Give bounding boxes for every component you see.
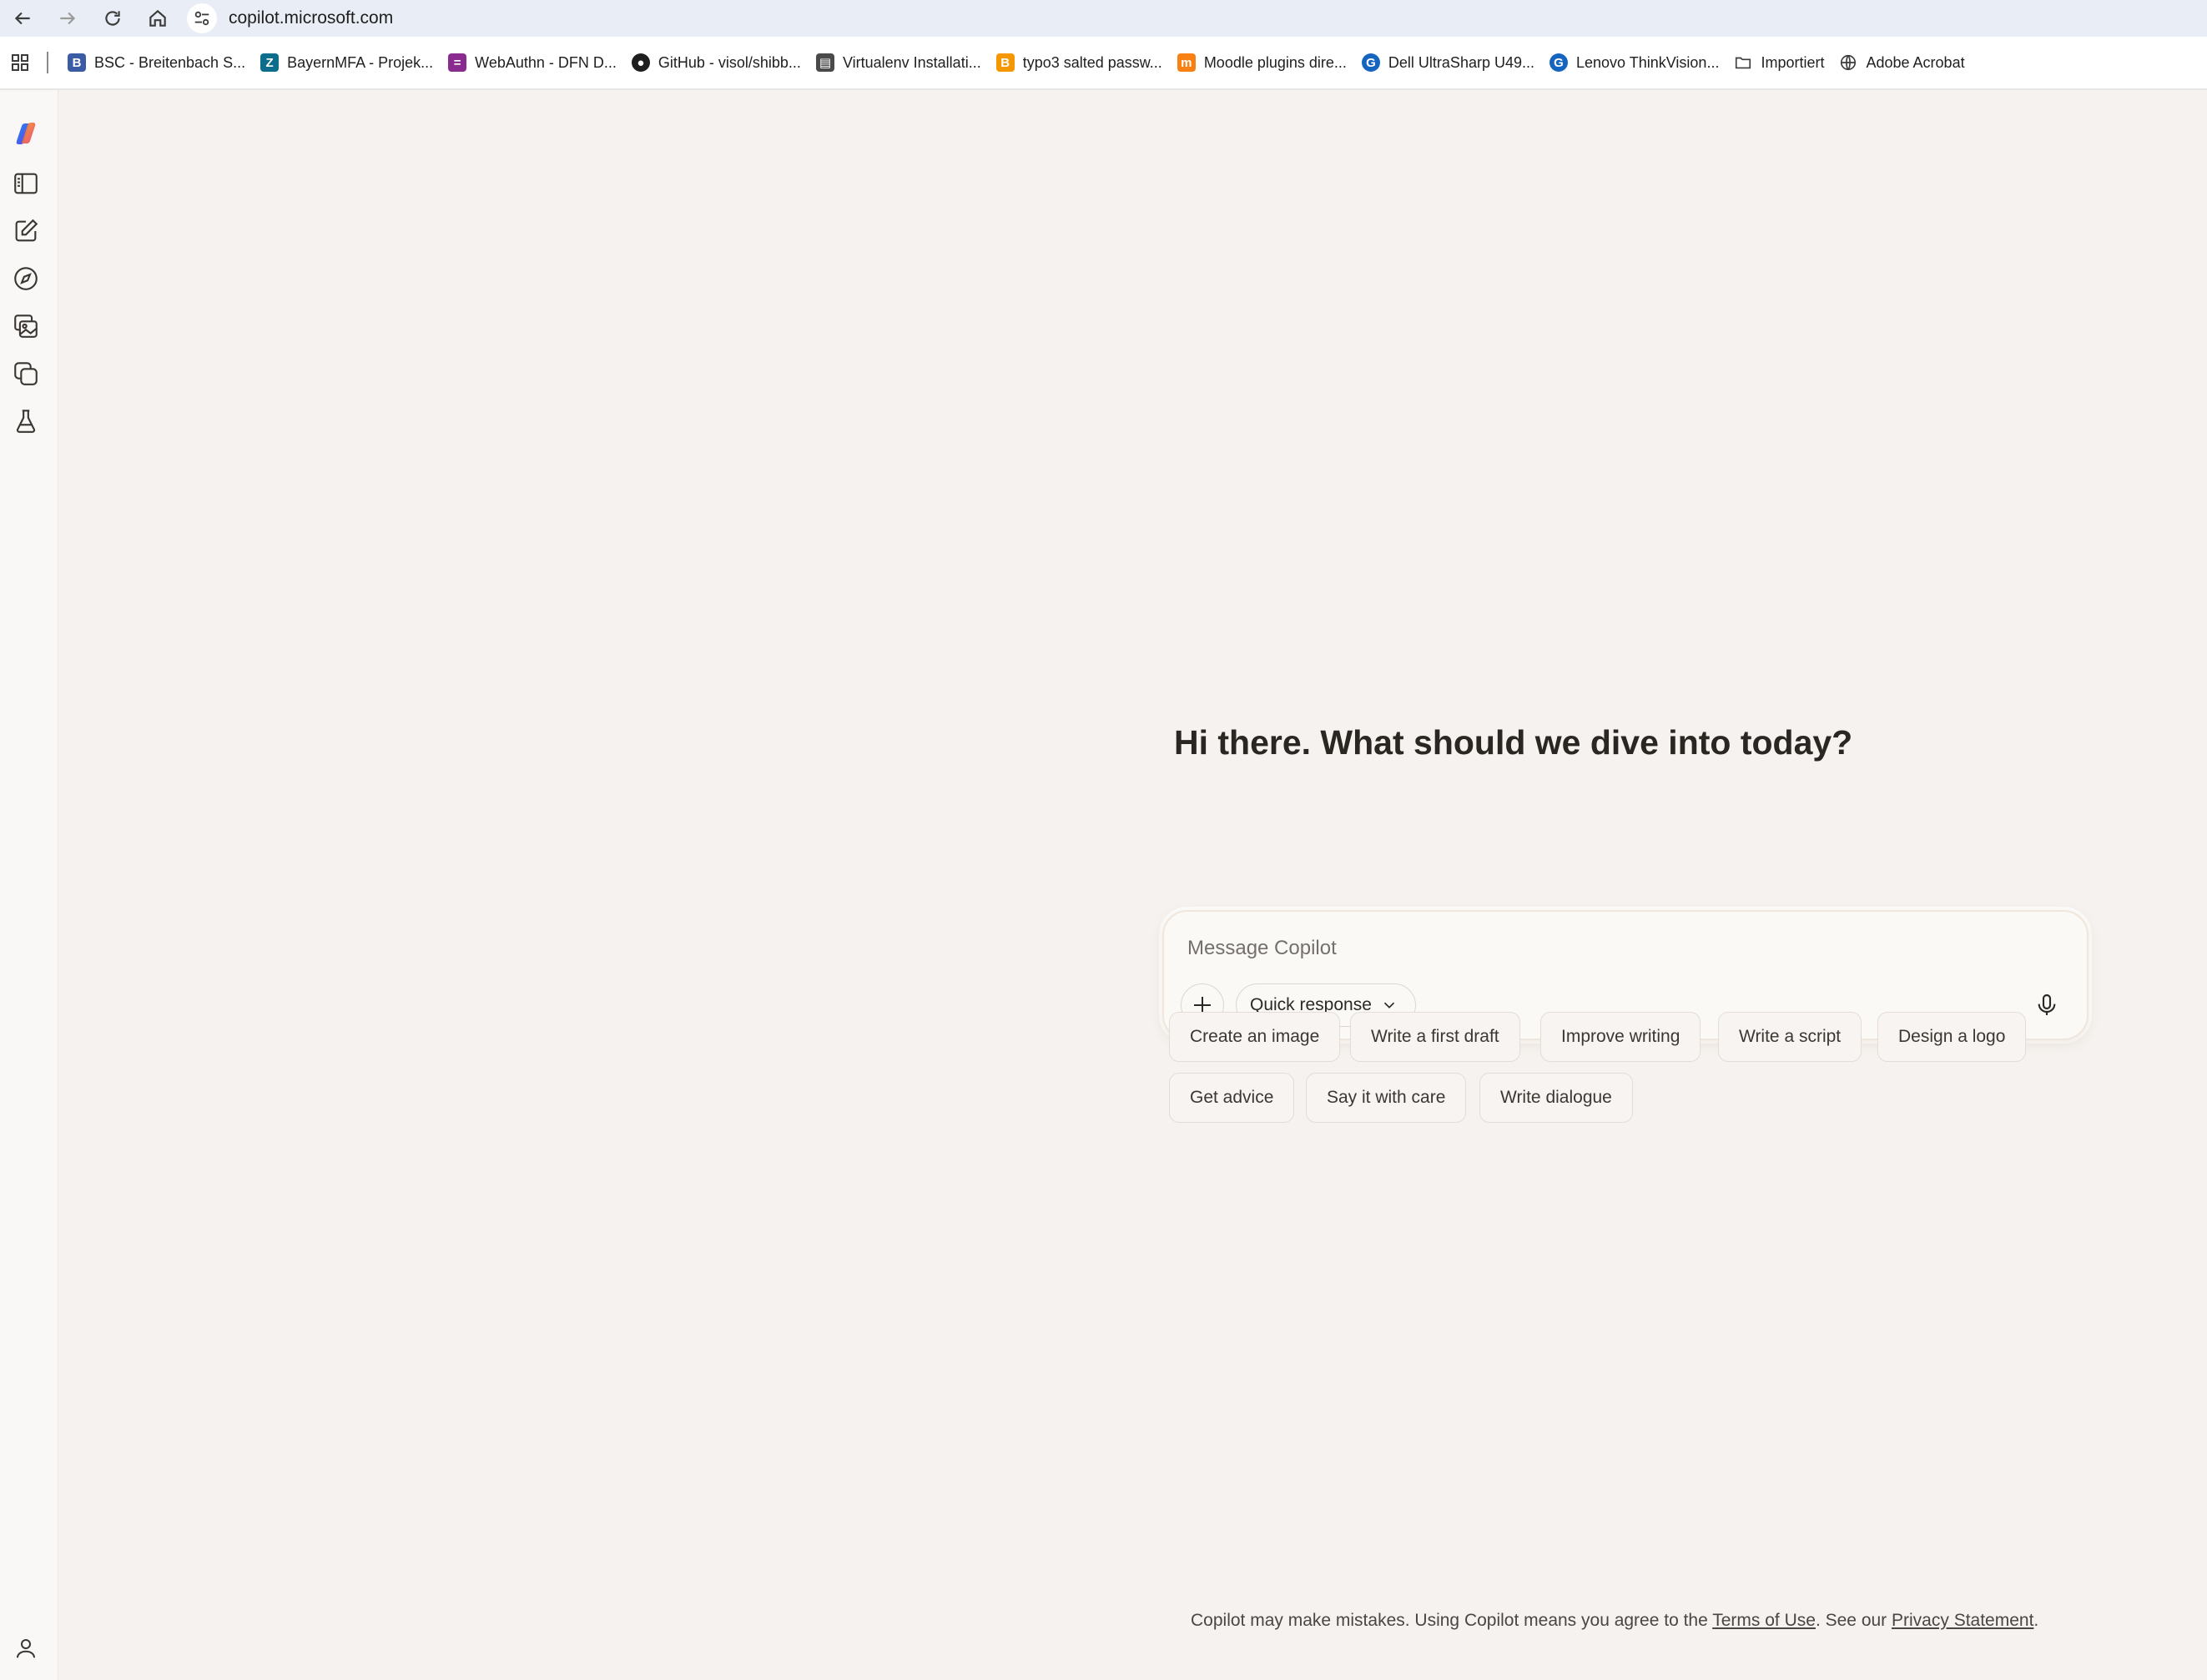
bookmark-item[interactable]: m Moodle plugins dire... xyxy=(1170,44,1354,81)
forward-button[interactable] xyxy=(45,0,90,37)
labs-button[interactable] xyxy=(9,405,43,438)
image-gallery-button[interactable] xyxy=(9,309,43,343)
pages-icon xyxy=(14,362,38,385)
bookmark-label: Moodle plugins dire... xyxy=(1203,53,1347,71)
labs-flask-icon xyxy=(16,410,36,433)
suggestion-chip[interactable]: Get advice xyxy=(1169,1073,1295,1123)
forward-arrow-icon xyxy=(60,12,76,25)
apps-button[interactable] xyxy=(2,44,38,81)
footer-text-end: . xyxy=(2033,1611,2039,1630)
bookmark-item[interactable]: = WebAuthn - DFN D... xyxy=(441,44,624,81)
geizhals-favicon: G xyxy=(1549,53,1568,72)
message-input[interactable] xyxy=(1187,930,2022,967)
bookmark-item[interactable]: ● GitHub - visol/shibb... xyxy=(624,44,809,81)
bookmarks-bar: B BSC - Breitenbach S... Z BayernMFA - Proj… xyxy=(0,37,2207,90)
pages-button[interactable] xyxy=(9,357,43,390)
copilot-logo-icon xyxy=(16,123,36,144)
suggestion-chip[interactable]: Improve writing xyxy=(1540,1012,1701,1062)
new-chat-button[interactable] xyxy=(9,214,43,248)
typo3-favicon: B xyxy=(995,53,1015,72)
bookmark-label: Virtualenv Installati... xyxy=(842,53,981,71)
reload-icon xyxy=(105,11,120,26)
bookmark-item[interactable]: Adobe Acrobat xyxy=(1832,44,1972,81)
bookmark-item[interactable]: ▤ Virtualenv Installati... xyxy=(809,44,989,81)
dfn-favicon: = xyxy=(448,53,467,72)
suggestion-chip[interactable]: Write a first draft xyxy=(1350,1012,1520,1062)
bookmark-label: BayernMFA - Projek... xyxy=(287,53,434,71)
bookmark-item[interactable]: G Lenovo ThinkVision... xyxy=(1542,44,1726,81)
microphone-icon xyxy=(2038,993,2056,1015)
home-icon xyxy=(149,9,166,27)
apps-grid-icon xyxy=(12,54,28,71)
bsc-favicon: B xyxy=(68,53,86,72)
github-favicon: ● xyxy=(631,53,650,72)
privacy-statement-link[interactable]: Privacy Statement xyxy=(1892,1611,2033,1630)
moodle-favicon: m xyxy=(1177,53,1196,72)
new-chat-icon xyxy=(15,219,38,242)
discover-button[interactable] xyxy=(9,262,43,295)
reload-button[interactable] xyxy=(90,0,135,37)
copilot-home-button[interactable] xyxy=(9,117,43,150)
virtualenv-favicon: ▤ xyxy=(815,53,834,72)
sidebar-rail xyxy=(0,90,58,1680)
bookmark-label: WebAuthn - DFN D... xyxy=(475,53,617,71)
page-title: Hi there. What should we dive into today… xyxy=(1174,723,1853,762)
bookmark-label: Dell UltraSharp U49... xyxy=(1388,53,1534,71)
site-info-icon xyxy=(194,11,209,26)
discover-icon xyxy=(14,267,38,290)
bookmark-label: Lenovo ThinkVision... xyxy=(1576,53,1720,71)
profile-button[interactable] xyxy=(11,1633,41,1663)
profile-icon xyxy=(17,1639,35,1658)
voice-input-button[interactable] xyxy=(2025,983,2068,1027)
bookmark-label: GitHub - visol/shibb... xyxy=(658,53,801,71)
footer-text-middle: . See our xyxy=(1815,1611,1892,1630)
suggestion-chip[interactable]: Write dialogue xyxy=(1479,1073,1633,1123)
back-button[interactable] xyxy=(0,0,45,37)
image-gallery-icon xyxy=(14,314,38,338)
url-text: copilot.microsoft.com xyxy=(229,8,394,28)
bookmark-item[interactable]: G Dell UltraSharp U49... xyxy=(1354,44,1542,81)
bookmark-item[interactable]: Importiert xyxy=(1726,44,1832,81)
copilot-page: Hi there. What should we dive into today… xyxy=(0,90,2207,1680)
disclaimer-footer: Copilot may make mistakes. Using Copilot… xyxy=(1191,1611,2038,1631)
address-bar: copilot.microsoft.com xyxy=(0,0,2207,37)
sidebar-toggle-icon xyxy=(14,173,38,194)
sidebar-toggle-button[interactable] xyxy=(9,167,43,200)
bookmark-item[interactable]: Btypo3 salted passw... xyxy=(989,44,1170,81)
home-button[interactable] xyxy=(135,0,180,37)
footer-text: Copilot may make mistakes. Using Copilot… xyxy=(1191,1611,1713,1630)
suggestion-chip[interactable]: Design a logo xyxy=(1877,1012,2027,1062)
geizhals-favicon: G xyxy=(1361,53,1380,72)
suggestion-chip[interactable]: Create an image xyxy=(1169,1012,1341,1062)
bookmark-label: Importiert xyxy=(1761,53,1825,71)
browser-window: copilot.microsoft.com B BSC - Breitenbach… xyxy=(0,0,2207,1680)
url-field[interactable]: copilot.microsoft.com xyxy=(187,3,393,33)
bookmark-item[interactable]: Z BayernMFA - Projek... xyxy=(253,44,441,81)
bayernmfa-favicon: Z xyxy=(260,53,280,72)
suggestion-chip[interactable]: Write a script xyxy=(1718,1012,1862,1062)
bookmark-label: Adobe Acrobat xyxy=(1866,53,1965,71)
bookmark-label: typo3 salted passw... xyxy=(1022,53,1162,71)
terms-of-use-link[interactable]: Terms of Use xyxy=(1712,1611,1816,1630)
bookmark-label: BSC - Breitenbach S... xyxy=(94,53,246,71)
bookmark-separator xyxy=(47,52,48,73)
globe-icon xyxy=(1839,53,1857,72)
suggestion-chip[interactable]: Say it with care xyxy=(1306,1073,1467,1123)
site-info-button[interactable] xyxy=(187,3,217,33)
back-arrow-icon xyxy=(14,12,30,25)
bookmark-item[interactable]: B BSC - Breitenbach S... xyxy=(60,44,253,81)
folder-icon xyxy=(1734,53,1752,72)
